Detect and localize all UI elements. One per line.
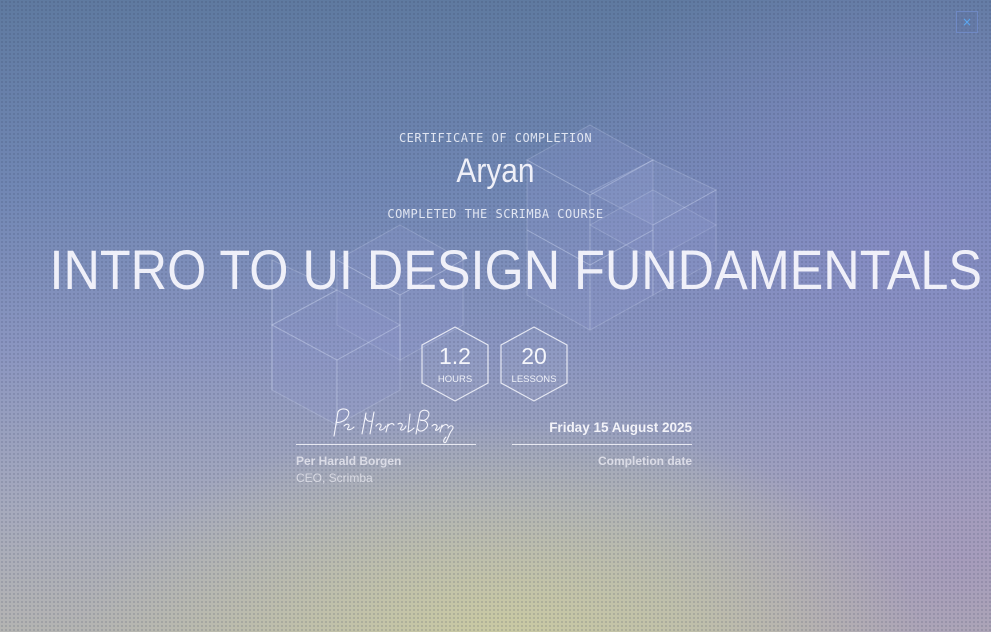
stat-hours-value: 1.2 [439, 343, 471, 369]
stat-hours-unit: HOURS [437, 374, 473, 385]
course-title: INTRO TO UI DESIGN FUNDAMENTALS [49, 238, 982, 301]
completion-date: Friday 15 August 2025 [549, 420, 692, 435]
signer-name: Per Harald Borgen [296, 454, 402, 468]
certificate-modal: × CERTIFICATE OF COMPLETION Aryan COMPLE… [0, 0, 991, 632]
stat-lessons-unit: LESSONS [511, 374, 557, 385]
isometric-cubes-decoration [270, 124, 718, 426]
stat-lessons-badge: 20 LESSONS [499, 326, 569, 402]
completion-date-label: Completion date [597, 454, 692, 468]
date-line [512, 444, 692, 445]
signature-line [296, 444, 476, 445]
close-button[interactable]: × [956, 11, 978, 33]
certificate-subheading: COMPLETED THE SCRIMBA COURSE [387, 207, 604, 221]
dot-pattern-background [0, 0, 991, 632]
signature-icon [333, 408, 454, 444]
certificate-heading: CERTIFICATE OF COMPLETION [398, 131, 593, 145]
recipient-name: Aryan [456, 152, 535, 190]
stat-lessons-value: 20 [521, 343, 547, 369]
close-icon[interactable]: × [962, 15, 972, 29]
stat-hours-badge: 1.2 HOURS [420, 326, 490, 402]
signer-title: CEO, Scrimba [296, 471, 373, 485]
